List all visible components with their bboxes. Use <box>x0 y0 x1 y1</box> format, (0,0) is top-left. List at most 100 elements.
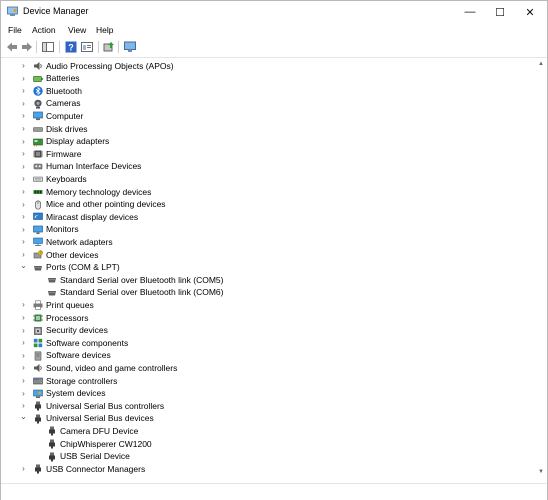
tree-item-label: Firmware <box>46 148 82 159</box>
scroll-up-icon[interactable]: ▲ <box>538 61 544 67</box>
menu-help[interactable]: Help <box>96 25 113 35</box>
chevron-right-icon[interactable]: › <box>19 363 28 373</box>
category-other-devices[interactable]: ›? Other devices <box>1 249 531 262</box>
category-ports-com-lpt[interactable]: ⌄ Ports (COM & LPT) <box>1 261 531 275</box>
chevron-right-icon[interactable]: › <box>19 61 28 71</box>
category-universal-serial-bus-devices[interactable]: ⌄ Universal Serial Bus devices <box>1 412 531 426</box>
scroll-down-icon[interactable]: ▼ <box>538 469 544 475</box>
chevron-right-icon[interactable]: › <box>19 389 28 399</box>
maximize-button[interactable]: ☐ <box>485 1 515 23</box>
category-monitors[interactable]: › Monitors <box>1 224 531 237</box>
device-standard-serial-over-bluetooth-link-com5[interactable]: Standard Serial over Bluetooth link (COM… <box>1 274 531 287</box>
category-memory-technology-devices[interactable]: › Memory technology devices <box>1 186 531 199</box>
toolbar-separator <box>98 41 99 53</box>
close-button[interactable]: ✕ <box>515 1 545 23</box>
properties-icon[interactable] <box>81 41 93 53</box>
console-tree-icon[interactable] <box>42 41 54 53</box>
category-mice-and-other-pointing-devices[interactable]: › Mice and other pointing devices <box>1 199 531 212</box>
chevron-right-icon[interactable]: › <box>19 149 28 159</box>
chevron-right-icon[interactable]: › <box>19 137 28 147</box>
category-firmware[interactable]: › Firmware <box>1 148 531 161</box>
forward-icon[interactable] <box>21 41 33 53</box>
toolbar-separator <box>59 41 60 53</box>
category-software-components[interactable]: › Software components <box>1 337 531 350</box>
chevron-down-icon[interactable]: ⌄ <box>19 261 28 271</box>
category-disk-drives[interactable]: › Disk drives <box>1 123 531 136</box>
tree-item-label: Monitors <box>46 224 79 235</box>
chevron-right-icon[interactable]: › <box>19 464 28 474</box>
category-human-interface-devices[interactable]: › Human Interface Devices <box>1 161 531 174</box>
chevron-right-icon[interactable]: › <box>19 300 28 310</box>
menu-file[interactable]: File <box>8 25 22 35</box>
category-system-devices[interactable]: › System devices <box>1 388 531 401</box>
memory-icon <box>33 190 43 194</box>
category-security-devices[interactable]: › Security devices <box>1 325 531 338</box>
chevron-right-icon[interactable]: › <box>19 237 28 247</box>
display-adapter-icon <box>33 138 43 147</box>
chevron-right-icon[interactable]: › <box>19 187 28 197</box>
category-storage-controllers[interactable]: › Storage controllers <box>1 375 531 388</box>
tree-item-label: Standard Serial over Bluetooth link (COM… <box>60 274 224 285</box>
vertical-scrollbar[interactable]: ▲ ▼ <box>535 59 547 481</box>
device-chipwhisperer-cw1200[interactable]: ChipWhisperer CW1200 <box>1 438 531 451</box>
chevron-right-icon[interactable]: › <box>19 174 28 184</box>
device-camera-dfu-device[interactable]: Camera DFU Device <box>1 425 531 438</box>
category-bluetooth[interactable]: › Bluetooth <box>1 85 531 98</box>
tree-item-label: Universal Serial Bus devices <box>46 413 154 424</box>
menu-view[interactable]: View <box>68 25 86 35</box>
chevron-right-icon[interactable]: › <box>19 351 28 361</box>
minimize-button[interactable]: — <box>455 1 485 23</box>
device-usb-serial-device[interactable]: USB Serial Device <box>1 451 531 464</box>
chevron-down-icon[interactable]: ⌄ <box>19 412 28 422</box>
device-standard-serial-over-bluetooth-link-com6[interactable]: Standard Serial over Bluetooth link (COM… <box>1 287 531 300</box>
device-tree: › Audio Processing Objects (APOs) › Batteri… <box>1 59 534 481</box>
chevron-right-icon[interactable]: › <box>19 212 28 222</box>
tree-item-label: Computer <box>46 110 84 121</box>
help-icon[interactable]: ? <box>65 41 77 53</box>
category-keyboards[interactable]: › Keyboards <box>1 173 531 186</box>
category-universal-serial-bus-controllers[interactable]: › Universal Serial Bus controllers <box>1 400 531 413</box>
category-display-adapters[interactable]: › Display adapters <box>1 136 531 149</box>
device-manager-window: Device Manager — ☐ ✕ File Action View He… <box>0 0 548 500</box>
chevron-right-icon[interactable]: › <box>19 313 28 323</box>
tree-item-label: System devices <box>46 388 106 399</box>
chevron-right-icon[interactable]: › <box>19 401 28 411</box>
chevron-right-icon[interactable]: › <box>19 376 28 386</box>
scan-hardware-icon[interactable] <box>124 41 136 53</box>
chevron-right-icon[interactable]: › <box>19 124 28 134</box>
tree-item-label: Disk drives <box>46 123 88 134</box>
security-icon <box>34 326 42 335</box>
chevron-right-icon[interactable]: › <box>19 111 28 121</box>
chevron-right-icon[interactable]: › <box>19 338 28 348</box>
chevron-right-icon[interactable]: › <box>19 225 28 235</box>
computer-icon <box>33 112 43 121</box>
maximize-icon: ☐ <box>495 6 505 19</box>
category-software-devices[interactable]: › Software devices <box>1 350 531 363</box>
category-miracast-display-devices[interactable]: › Miracast display devices <box>1 211 531 224</box>
chevron-right-icon[interactable]: › <box>19 162 28 172</box>
category-sound-video-and-game-controllers[interactable]: › Sound, video and game controllers <box>1 362 531 375</box>
battery-icon <box>33 75 43 82</box>
menu-action[interactable]: Action <box>32 25 56 35</box>
back-icon[interactable] <box>6 41 18 53</box>
chevron-right-icon[interactable]: › <box>19 250 28 260</box>
software-device-icon <box>34 351 42 361</box>
update-driver-icon[interactable] <box>103 41 115 53</box>
menu-bar: File Action View Help <box>1 23 547 38</box>
category-network-adapters[interactable]: › Network adapters <box>1 236 531 249</box>
category-usb-connector-managers[interactable]: › USB Connector Managers <box>1 463 531 476</box>
category-processors[interactable]: › Processors <box>1 312 531 325</box>
category-batteries[interactable]: › Batteries <box>1 73 531 86</box>
usb-icon <box>35 414 41 424</box>
category-print-queues[interactable]: › Print queues <box>1 299 531 312</box>
chevron-right-icon[interactable]: › <box>19 200 28 210</box>
category-audio-processing-objects-apos[interactable]: › Audio Processing Objects (APOs) <box>1 60 531 73</box>
chevron-right-icon[interactable]: › <box>19 86 28 96</box>
title-bar[interactable]: Device Manager — ☐ ✕ <box>1 1 547 23</box>
category-computer[interactable]: › Computer <box>1 110 531 123</box>
chevron-right-icon[interactable]: › <box>19 326 28 336</box>
tree-item-label: Bluetooth <box>46 85 82 96</box>
category-cameras[interactable]: › Cameras <box>1 98 531 111</box>
chevron-right-icon[interactable]: › <box>19 74 28 84</box>
chevron-right-icon[interactable]: › <box>19 99 28 109</box>
